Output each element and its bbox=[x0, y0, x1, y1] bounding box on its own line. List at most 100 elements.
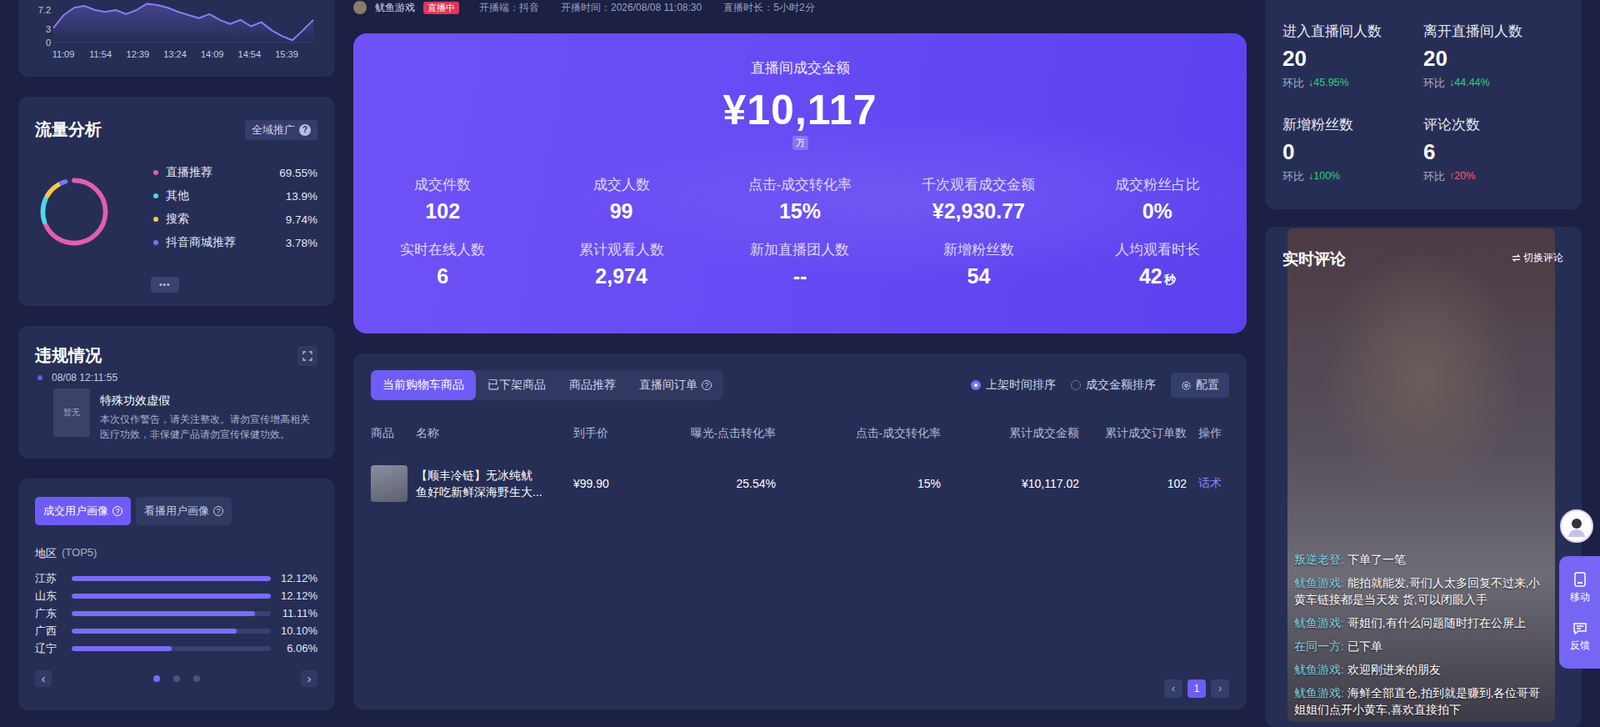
stat-compare: 环比↓100% bbox=[1282, 170, 1424, 185]
products-tab-label: 直播间订单 bbox=[639, 377, 698, 393]
region-name: 广东 bbox=[35, 605, 72, 621]
legend-label: 其他 bbox=[165, 188, 286, 204]
feedback-button[interactable]: 反馈 bbox=[1570, 621, 1590, 653]
move-button[interactable]: 移动 bbox=[1570, 571, 1590, 605]
metric-number: 54 bbox=[966, 264, 990, 288]
violation-name: 特殊功效虚假 bbox=[100, 393, 315, 409]
next-page-button[interactable]: › bbox=[1210, 679, 1230, 698]
legend-dot bbox=[153, 216, 159, 222]
config-button[interactable]: 配置 bbox=[1170, 372, 1230, 398]
duration: 直播时长：5小时2分 bbox=[723, 0, 815, 15]
metric: 累计观看人数2,974 bbox=[531, 240, 710, 289]
promo-label: 全域推广 bbox=[251, 122, 295, 138]
products-tab[interactable]: 当前购物车商品 bbox=[370, 370, 476, 400]
stat-item: 新增粉丝数0环比↓100% bbox=[1282, 115, 1424, 194]
gear-icon bbox=[1180, 380, 1192, 391]
prev-button[interactable]: ‹ bbox=[35, 670, 52, 687]
portrait-pager: ‹› bbox=[35, 670, 318, 687]
summary-card: 直播间成交金额¥10,117万成交件数102成交人数99点击-成交转化率15%千… bbox=[353, 33, 1247, 334]
comment-user: 叛逆老登 bbox=[1294, 553, 1341, 566]
portrait-tab[interactable]: 看播用户画像? bbox=[135, 496, 232, 525]
metric-label: 累计观看人数 bbox=[579, 240, 665, 260]
donut-segment bbox=[42, 180, 105, 243]
region-bar-track bbox=[71, 628, 271, 634]
metric-number: 15% bbox=[779, 199, 821, 223]
comment-separator: : bbox=[1340, 663, 1345, 676]
metric-label: 实时在线人数 bbox=[400, 240, 485, 260]
switch-comments-button[interactable]: 切换评论 bbox=[1511, 250, 1564, 265]
products-tab[interactable]: 直播间订单? bbox=[627, 370, 724, 400]
violation-card: 违规情况08/08 12:11:55暂无特殊功效虚假本次仅作警告，请关注整改。请… bbox=[18, 325, 335, 459]
legend-value: 69.55% bbox=[279, 166, 318, 180]
region-bar-fill bbox=[71, 645, 172, 651]
legend-label: 直播推荐 bbox=[165, 165, 280, 180]
products-tabs: 当前购物车商品已下架商品商品推荐直播间订单? bbox=[370, 370, 724, 400]
region-bar-fill bbox=[71, 628, 237, 634]
trend-chart-svg: 7.23011:0911:5412:3913:2414:0914:5415:39 bbox=[18, 0, 335, 77]
portrait-tab-label: 看播用户画像 bbox=[144, 503, 210, 519]
column-header: 累计成交订单数 bbox=[1079, 425, 1187, 441]
stat-label: 评论次数 bbox=[1423, 115, 1565, 135]
region-list: 江苏12.12%山东12.12%广东11.11%广西10.10%辽宁6.06% bbox=[35, 569, 318, 657]
next-button[interactable]: › bbox=[300, 670, 318, 687]
metric: 成交粉丝占比0% bbox=[1068, 175, 1247, 224]
portrait-tab[interactable]: 成交用户画像? bbox=[35, 496, 131, 525]
column-header: 商品 bbox=[370, 425, 416, 441]
prev-page-button[interactable]: ‹ bbox=[1164, 679, 1183, 698]
metric-number: 42 bbox=[1139, 264, 1163, 288]
region-row: 辽宁6.06% bbox=[35, 639, 318, 657]
name-cell: 【顺丰冷链】无冰纯鱿鱼好吃新鲜深海野生大... bbox=[415, 466, 574, 500]
sort-radio[interactable]: 成交金额排序 bbox=[1070, 377, 1156, 393]
comment-list: 叛逆老登:下单了一笔鱿鱼游戏:能拍就能发,哥们人太多回复不过来,小黄车链接都是当… bbox=[1294, 551, 1550, 719]
script-link[interactable]: 话术 bbox=[1198, 475, 1222, 490]
comment-user: 鱿鱼游戏 bbox=[1294, 576, 1341, 590]
platform: 开播端：抖音 bbox=[479, 0, 540, 15]
pager-dot[interactable] bbox=[193, 675, 200, 682]
metric-value: ¥2,930.77 bbox=[932, 199, 1025, 224]
page-button[interactable]: 1 bbox=[1187, 679, 1206, 698]
start-time: 开播时间：2026/08/08 11:08:30 bbox=[560, 0, 702, 15]
metric-value: 42秒 bbox=[1139, 264, 1176, 289]
metric-label: 成交件数 bbox=[414, 175, 471, 195]
products-tab[interactable]: 已下架商品 bbox=[475, 370, 558, 400]
product-name-line: 【顺丰冷链】无冰纯鱿 bbox=[415, 466, 574, 484]
pager-dot[interactable] bbox=[153, 675, 160, 682]
expand-icon[interactable] bbox=[297, 345, 318, 366]
table-header: 商品名称到手价曝光-点击转化率点击-成交转化率累计成交金额累计成交订单数操作 bbox=[370, 420, 1230, 447]
violation-description: 本次仅作警告，请关注整改。请勿宣传增高相关医疗功效，非保健产品请勿宣传保健功效。 bbox=[100, 411, 315, 442]
live-header: 鱿鱼游戏直播中开播端：抖音开播时间：2026/08/08 11:08:30直播时… bbox=[353, 0, 1247, 15]
more-button[interactable]: ••• bbox=[150, 276, 180, 293]
compare-label: 环比 bbox=[1282, 76, 1305, 91]
assistant-avatar[interactable] bbox=[1560, 509, 1594, 543]
expand-glyph-icon bbox=[302, 350, 313, 361]
region-bar-track bbox=[71, 593, 271, 599]
violation-time-row: 08/08 12:11:55 bbox=[35, 371, 318, 384]
products-tab[interactable]: 商品推荐 bbox=[557, 370, 628, 400]
metric-label: 成交人数 bbox=[593, 175, 650, 195]
region-value: 12.12% bbox=[270, 589, 318, 602]
metric: 人均观看时长42秒 bbox=[1068, 240, 1247, 289]
donut-segment bbox=[42, 180, 105, 243]
x-label: 11:54 bbox=[89, 49, 112, 60]
stat-item: 进入直播间人数20环比↓45.95% bbox=[1282, 21, 1424, 100]
traffic-title: 流量分析 bbox=[35, 118, 102, 141]
region-value: 11.11% bbox=[270, 606, 318, 620]
legend-row: 其他13.9% bbox=[153, 184, 318, 208]
traffic-body: 直播推荐69.55%其他13.9%搜索9.74%抖音商城推荐3.78%••• bbox=[35, 160, 318, 293]
traffic-header: 流量分析 全域推广? bbox=[35, 118, 318, 141]
trend-chart: 7.23011:0911:5412:3913:2414:0914:5415:39 bbox=[18, 0, 335, 77]
comment-text: 已下单 bbox=[1347, 640, 1383, 653]
pager-dot[interactable] bbox=[173, 675, 180, 682]
violation-thumbnail: 暂无 bbox=[53, 388, 90, 437]
promo-badge[interactable]: 全域推广? bbox=[245, 120, 318, 140]
products-tools: 上架时间排序成交金额排序配置 bbox=[970, 372, 1230, 398]
portrait-tab-label: 成交用户画像 bbox=[43, 503, 109, 519]
product-name-line: 鱼好吃新鲜深海野生大... bbox=[415, 483, 574, 500]
comments-title: 实时评论 bbox=[1282, 248, 1346, 270]
metric-number: 6 bbox=[436, 264, 449, 288]
sort-radio[interactable]: 上架时间排序 bbox=[970, 377, 1056, 393]
region-bar-fill bbox=[71, 593, 271, 599]
portrait-tabs: 成交用户画像?看播用户画像? bbox=[35, 496, 318, 525]
x-label: 14:54 bbox=[238, 49, 262, 60]
region-name: 广西 bbox=[35, 623, 72, 639]
